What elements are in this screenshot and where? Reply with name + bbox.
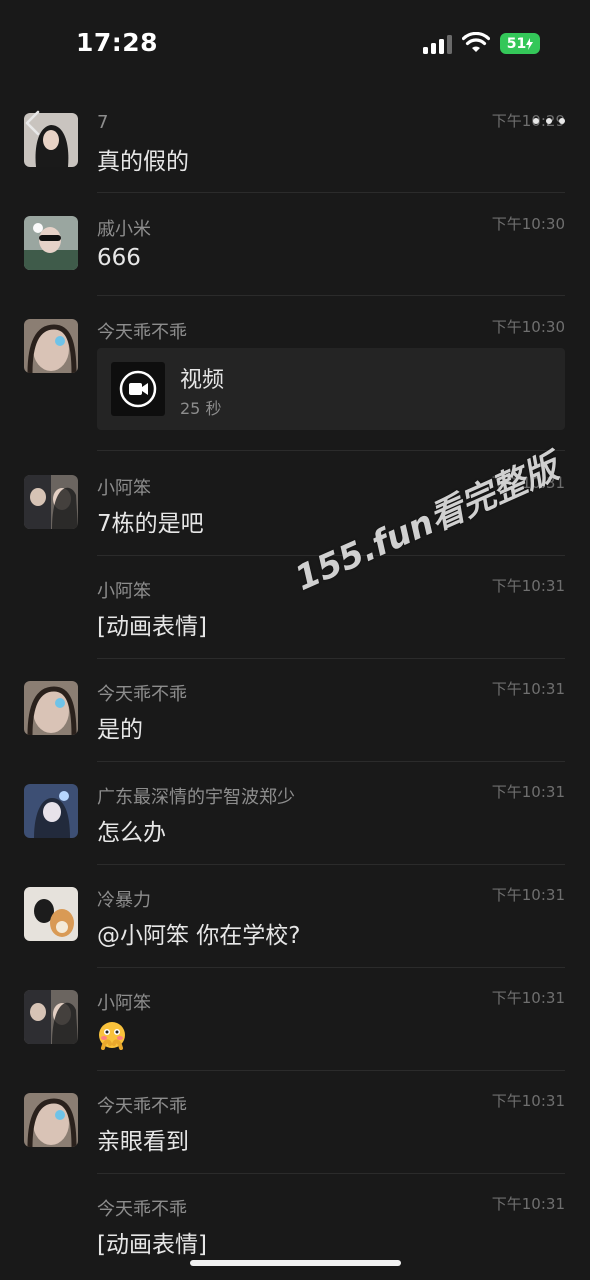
sender-name: 戚小米 [97, 219, 151, 240]
message-time: 下午10:30 [491, 318, 565, 336]
avatar[interactable] [24, 887, 78, 941]
avatar[interactable] [24, 216, 78, 270]
divider [97, 658, 565, 659]
chat-message: 小阿笨 下午10:31 [动画表情] [0, 569, 590, 672]
divider [97, 864, 565, 865]
divider [97, 1173, 565, 1174]
sender-name: 小阿笨 [97, 993, 151, 1014]
divider [97, 967, 565, 968]
message-text: [动画表情] [97, 614, 207, 640]
chat-message: 小阿笨 下午10:31 [0, 981, 590, 1084]
avatar[interactable] [24, 990, 78, 1044]
divider [97, 1070, 565, 1071]
chat-message: 今天乖不乖 下午10:31 是的 [0, 672, 590, 775]
chat-message: 冷暴力 下午10:31 @小阿笨 你在学校? [0, 878, 590, 981]
sender-name: 今天乖不乖 [97, 1096, 187, 1117]
sender-name: 冷暴力 [97, 890, 151, 911]
message-time: 下午10:31 [491, 680, 565, 698]
message-time: 下午10:30 [491, 215, 565, 233]
more-dots-icon[interactable] [533, 118, 565, 126]
chat-message: 7 下午10:29 真的假的 [0, 104, 590, 207]
message-time: 下午10:31 [491, 783, 565, 801]
flushed-face-with-hands-icon [99, 1022, 125, 1050]
divider [97, 295, 565, 296]
sender-name: 小阿笨 [97, 478, 151, 499]
message-text: 亲眼看到 [97, 1129, 189, 1155]
sender-name: 今天乖不乖 [97, 684, 187, 705]
divider [97, 450, 565, 451]
avatar[interactable] [24, 1093, 78, 1147]
message-time: 下午10:31 [491, 1092, 565, 1110]
message-text: 是的 [97, 717, 143, 743]
avatar[interactable] [24, 784, 78, 838]
message-time: 下午10:31 [491, 886, 565, 904]
divider [97, 761, 565, 762]
chat-message: 广东最深情的宇智波郑少 下午10:31 怎么办 [0, 775, 590, 878]
message-text: 真的假的 [97, 149, 189, 175]
video-message-card[interactable]: 视频 25 秒 [97, 348, 565, 430]
sender-name: 小阿笨 [97, 581, 151, 602]
message-time: 下午10:31 [491, 577, 565, 595]
sender-name: 今天乖不乖 [97, 1199, 187, 1220]
chat-message-list[interactable]: 7 下午10:29 真的假的 戚小米 下午10:30 666 今天乖不乖 下午1… [0, 0, 590, 1280]
video-camera-icon [119, 370, 157, 408]
avatar[interactable] [24, 681, 78, 735]
chat-message: 今天乖不乖 下午10:31 亲眼看到 [0, 1084, 590, 1187]
avatar[interactable] [24, 475, 78, 529]
sender-name: 广东最深情的宇智波郑少 [97, 787, 295, 808]
video-duration: 25 秒 [180, 399, 222, 418]
message-text: 666 [97, 245, 141, 271]
sender-name: 今天乖不乖 [97, 322, 187, 343]
divider [97, 192, 565, 193]
chat-message: 戚小米 下午10:30 666 [0, 207, 590, 310]
chat-message: 今天乖不乖 下午10:31 [动画表情] [0, 1187, 590, 1280]
message-text: [动画表情] [97, 1232, 207, 1258]
video-title: 视频 [180, 368, 225, 393]
chevron-left-icon[interactable] [24, 110, 40, 136]
sender-name: 7 [97, 112, 109, 133]
chat-message: 今天乖不乖 下午10:30 视频 25 秒 [0, 310, 590, 452]
message-text: 怎么办 [97, 820, 166, 846]
message-time: 下午10:31 [491, 989, 565, 1007]
video-thumbnail [111, 362, 165, 416]
message-text: 7栋的是吧 [97, 511, 204, 537]
avatar[interactable] [24, 319, 78, 373]
message-time: 下午10:31 [491, 1195, 565, 1213]
message-text: @小阿笨 你在学校? [97, 923, 301, 949]
home-indicator[interactable] [190, 1260, 401, 1266]
